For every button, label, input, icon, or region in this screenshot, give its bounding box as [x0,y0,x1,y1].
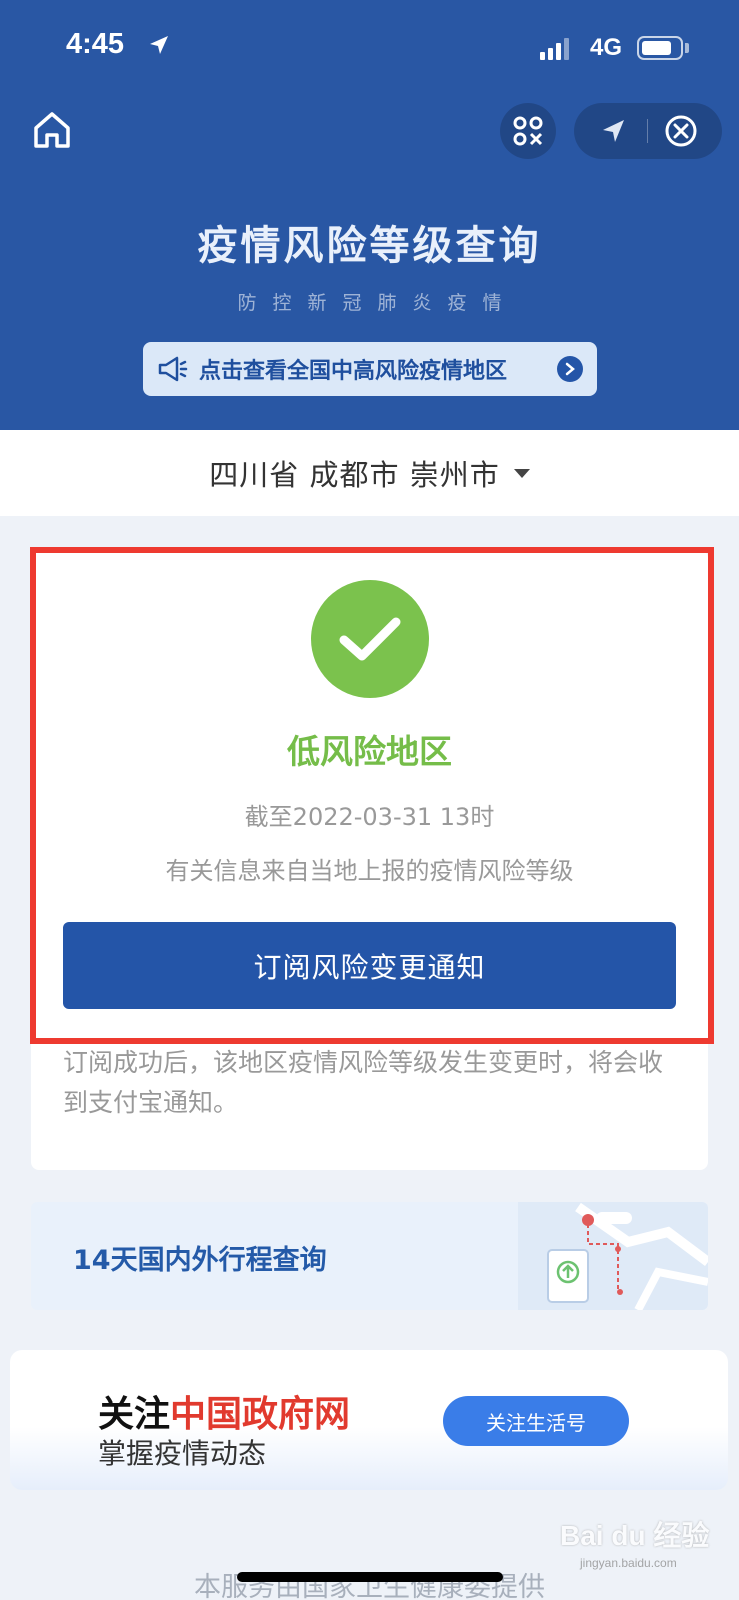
home-icon[interactable] [30,108,74,152]
network-label: 4G [590,34,623,61]
scan-icon [513,116,543,146]
battery-cap [685,43,689,53]
chevron-right-icon [557,356,583,382]
page-title: 疫情风险等级查询 [197,223,542,269]
highlight-frame [30,547,714,1044]
subscribe-note: 订阅成功后，该地区疫情风险等级发生变更时，将会收到支付宝通知。 [63,1048,664,1117]
page-subtitle: 防控新冠肺炎疫情 [237,292,518,314]
megaphone-icon [158,356,188,382]
close-icon[interactable] [664,114,698,148]
high-risk-notice-banner[interactable]: 点击查看全国中高风险疫情地区 [143,342,597,396]
mini-app-capsule [574,103,722,159]
location-arrow-icon [150,36,168,54]
follow-title-prefix: 关注 [98,1394,171,1435]
trip-query-label: 14天国内外行程查询 [73,1245,327,1276]
region-label: 四川省 成都市 崇州市 [209,458,500,492]
status-bar: 4:45 4G [0,0,739,100]
trip-query-card[interactable]: 14天国内外行程查询 [31,1202,708,1310]
follow-subtitle: 掌握疫情动态 [98,1437,267,1470]
watermark-sub: jingyan.baidu.com [580,1556,677,1570]
watermark: Bai du 经验 jingyan.baidu.com [560,1510,730,1580]
follow-button[interactable]: 关注生活号 [443,1396,629,1446]
caret-down-icon [513,468,530,478]
scan-button[interactable] [500,103,556,159]
follow-title-highlight: 中国政府网 [170,1394,351,1435]
watermark-main: Bai du 经验 [560,1520,710,1551]
home-indicator[interactable] [237,1572,503,1582]
region-selector[interactable]: 四川省 成都市 崇州市 [0,430,739,516]
notice-text: 点击查看全国中高风险疫情地区 [199,359,508,384]
location-icon[interactable] [600,117,628,145]
trip-map-illustration [518,1202,708,1310]
battery-fill [642,41,671,55]
capsule-divider [647,119,648,143]
battery-icon [637,36,683,60]
follow-title: 关注中国政府网 [98,1385,350,1437]
follow-button-label: 关注生活号 [486,1412,586,1435]
follow-card: 关注中国政府网 掌握疫情动态 关注生活号 [10,1350,728,1490]
signal-icon [540,38,569,60]
status-time: 4:45 [66,28,125,60]
